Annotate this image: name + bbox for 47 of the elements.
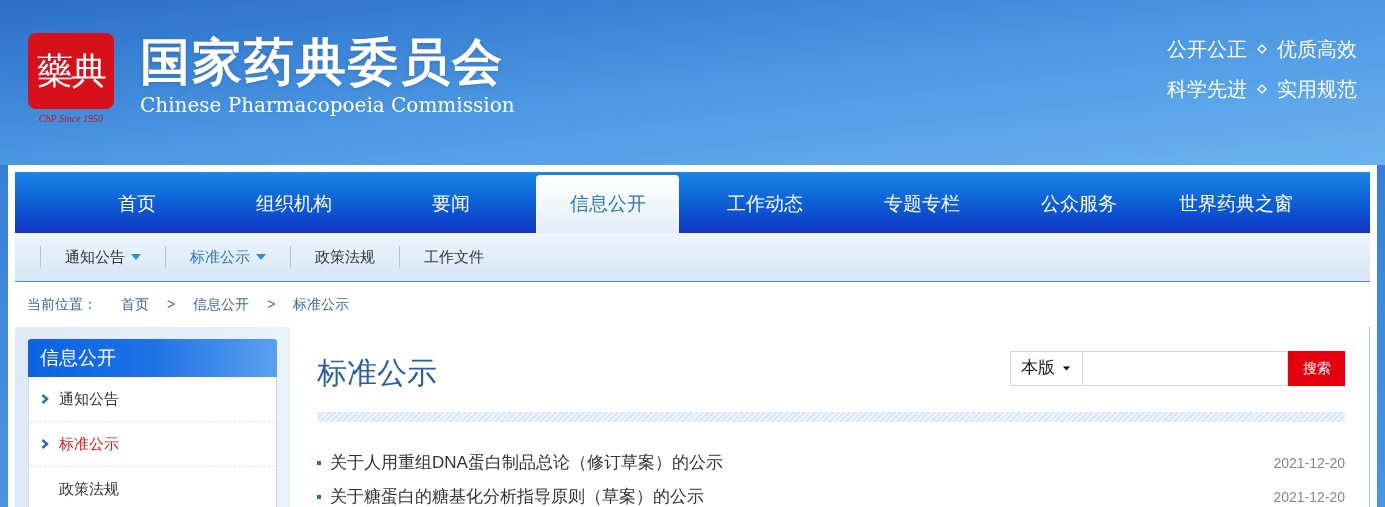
nav-tab[interactable]: 组织机构 [215, 175, 372, 233]
logo-caption: ChP Since 1950 [38, 112, 104, 126]
breadcrumb-link[interactable]: 标准公示 [293, 294, 350, 315]
motto: 公开公正 [1167, 36, 1247, 62]
diamond-icon [1257, 83, 1267, 94]
motto: 科学先进 [1167, 76, 1247, 102]
nav-tab[interactable]: 专题专栏 [843, 175, 1000, 233]
sidebar-item[interactable]: 通知公告 [29, 377, 276, 422]
breadcrumb-label: 当前位置： [27, 295, 97, 314]
sub-nav-link[interactable]: 标准公示 [166, 245, 290, 269]
site-subtitle: Chinese Pharmacopoeia Commission [140, 91, 515, 118]
seal-logo: 藥典 [28, 33, 114, 109]
nav-tab[interactable]: 工作动态 [686, 175, 843, 233]
site-title: 国家药典委员会 [140, 31, 505, 92]
caret-icon [256, 254, 266, 260]
search-button[interactable]: 搜索 [1288, 350, 1345, 386]
page-title: 标准公示 [317, 355, 437, 391]
sub-nav-link[interactable]: 通知公告 [41, 245, 165, 269]
sub-nav-link[interactable]: 政策法规 [291, 245, 399, 269]
bullet-icon [317, 461, 321, 465]
sidebar-header: 信息公开 [28, 339, 277, 377]
breadcrumb-link[interactable]: 信息公开 [193, 294, 250, 315]
diamond-icon [1257, 43, 1267, 54]
chevron-icon [41, 439, 49, 449]
breadcrumb-separator: > [267, 295, 276, 314]
bullet-icon [317, 495, 321, 499]
breadcrumb-separator: > [167, 295, 176, 314]
scope-select[interactable]: 本版 [1010, 350, 1083, 386]
caret-icon [1063, 365, 1070, 371]
nav-tab[interactable]: 信息公开 [536, 175, 679, 233]
nav-tab[interactable]: 要闻 [372, 175, 529, 233]
nav-tab[interactable]: 公众服务 [1000, 175, 1157, 233]
motto: 优质高效 [1277, 36, 1357, 62]
nav-tab[interactable]: 首页 [58, 175, 215, 233]
notice-link[interactable]: 关于人用重组DNA蛋白制品总论（修订草案）的公示 [330, 450, 723, 476]
sidebar-item[interactable]: 政策法规 [29, 467, 276, 507]
sidebar-item[interactable]: 标准公示 [29, 422, 276, 467]
notice-date: 2021-12-20 [1273, 487, 1345, 507]
search-field[interactable] [1083, 350, 1288, 386]
nav-tab[interactable]: 世界药典之窗 [1157, 175, 1314, 233]
motto: 实用规范 [1277, 76, 1357, 102]
notice-date: 2021-12-20 [1273, 453, 1345, 473]
sub-nav-link[interactable]: 工作文件 [400, 245, 508, 269]
breadcrumb-link[interactable]: 首页 [121, 294, 149, 315]
chevron-icon [41, 394, 49, 404]
notice-link[interactable]: 关于糖蛋白的糖基化分析指导原则（草案）的公示 [330, 484, 704, 507]
caret-icon [131, 254, 141, 260]
